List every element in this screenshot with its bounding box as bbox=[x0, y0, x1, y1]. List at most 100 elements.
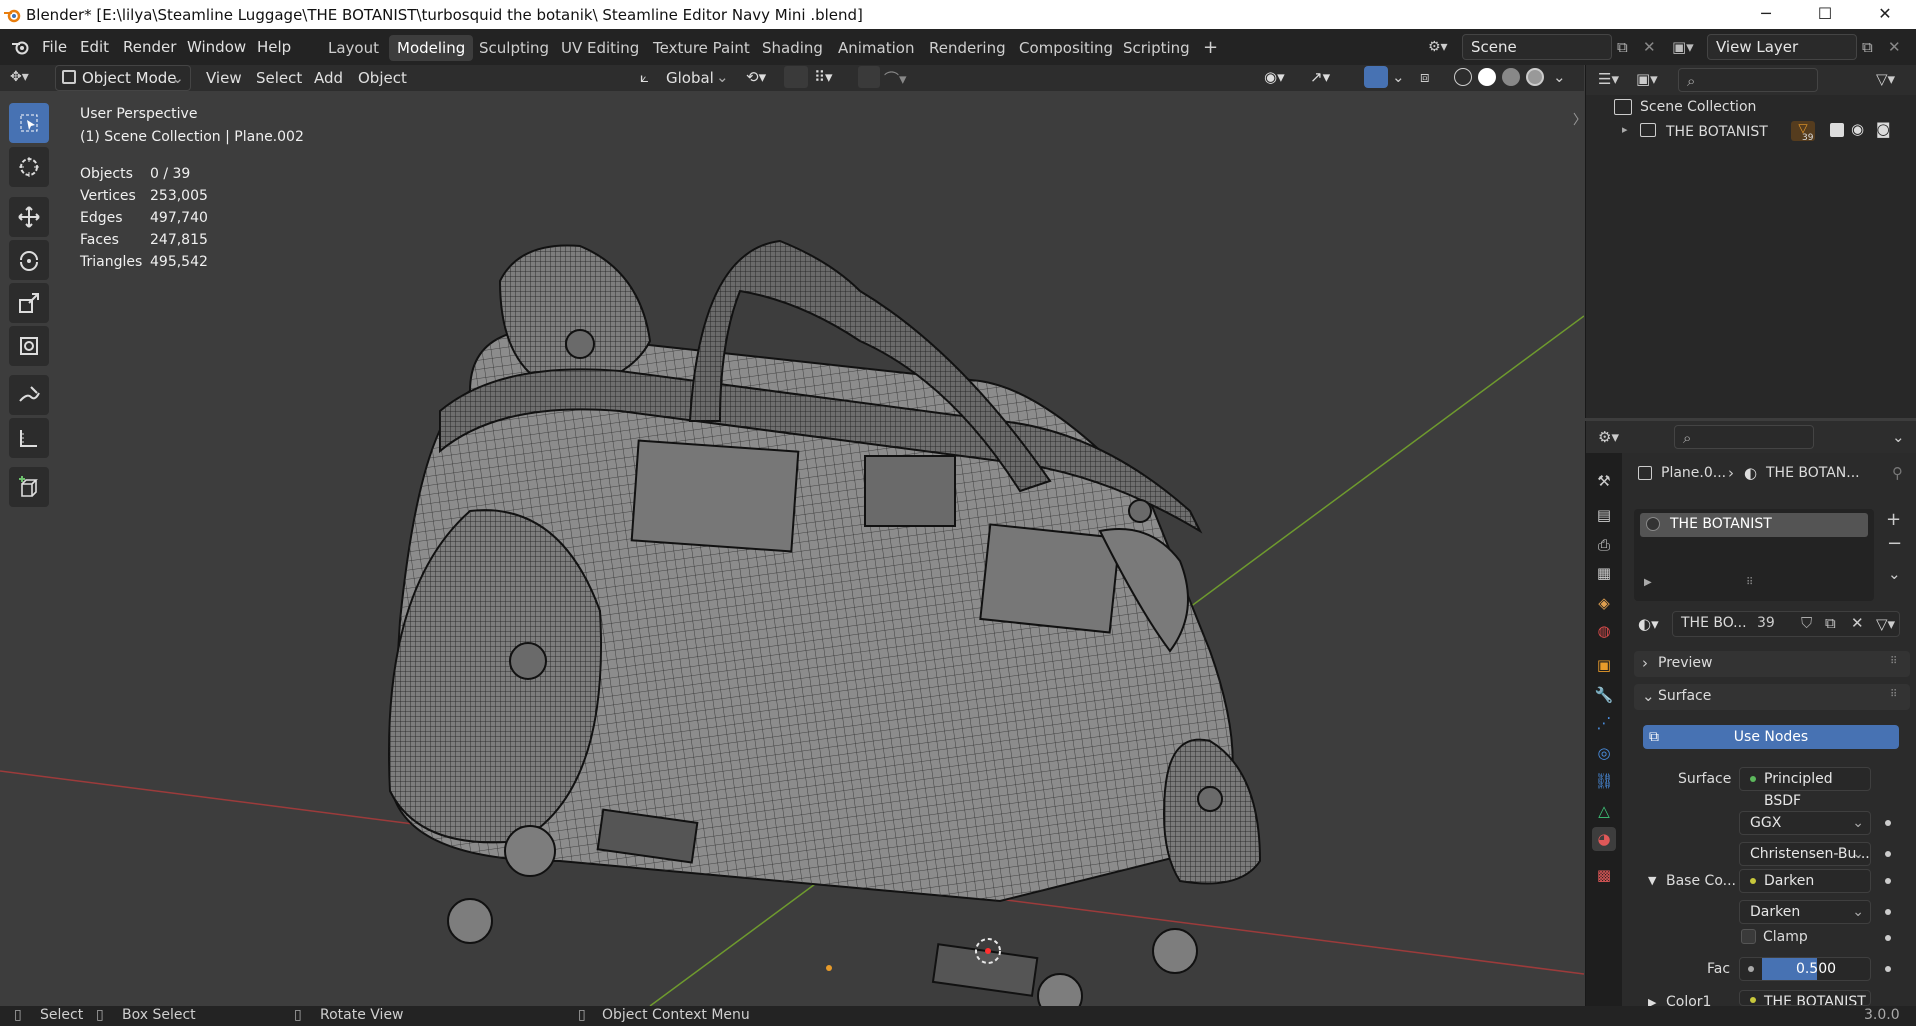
3d-viewport[interactable]: User Perspective (1) Scene Collection | … bbox=[0, 91, 1584, 1006]
use-nodes-button[interactable]: ⧉ Use Nodes bbox=[1643, 725, 1899, 749]
distribution-dropdown[interactable]: GGX ⌄ bbox=[1739, 811, 1871, 835]
tab-sculpting[interactable]: Sculpting bbox=[471, 35, 557, 61]
tool-tab-icon[interactable]: ⚒ bbox=[1592, 469, 1616, 493]
fake-user-icon[interactable]: ⛉ bbox=[1801, 614, 1812, 632]
add-cube-tool[interactable] bbox=[9, 467, 49, 507]
slot-resize-handle[interactable]: ⠿ bbox=[1746, 577, 1753, 588]
add-slot-button[interactable]: + bbox=[1886, 509, 1901, 530]
tab-rendering[interactable]: Rendering bbox=[921, 35, 1014, 61]
orientation-dropdown-icon[interactable]: ⌄ bbox=[716, 68, 729, 86]
minimize-button[interactable]: ─ bbox=[1743, 0, 1789, 29]
hide-eye-icon[interactable]: ◉ bbox=[1851, 120, 1864, 138]
new-view-layer-icon[interactable]: ⧉ bbox=[1862, 38, 1873, 56]
scene-collection-label[interactable]: Scene Collection bbox=[1640, 99, 1756, 115]
render-camera-icon[interactable]: ◙ bbox=[1876, 120, 1891, 138]
rotate-tool[interactable] bbox=[9, 240, 49, 280]
render-tab-icon[interactable]: ▤ bbox=[1592, 503, 1616, 527]
material-name[interactable]: THE BO... bbox=[1681, 615, 1747, 631]
outliner-editor-icon[interactable]: ☰▾ bbox=[1598, 70, 1619, 88]
blend-mode-keyframe-icon[interactable] bbox=[1885, 909, 1891, 915]
material-datablock[interactable]: THE BO... 39 ⛉ ⧉ ✕ bbox=[1672, 611, 1900, 637]
clamp-keyframe-icon[interactable] bbox=[1885, 935, 1891, 941]
menu-help[interactable]: Help bbox=[257, 38, 291, 56]
measure-tool[interactable] bbox=[9, 418, 49, 458]
slot-specials-icon[interactable]: ⌄ bbox=[1888, 565, 1901, 583]
menu-file[interactable]: File bbox=[42, 38, 67, 56]
texture-tab-icon[interactable]: ▩ bbox=[1592, 863, 1616, 887]
menu-render[interactable]: Render bbox=[123, 38, 176, 56]
scene-icon[interactable]: ⚙▾ bbox=[1428, 39, 1448, 55]
tab-texture-paint[interactable]: Texture Paint bbox=[645, 35, 758, 61]
physics-tab-icon[interactable]: ◎ bbox=[1592, 741, 1616, 765]
subsurface-method-dropdown[interactable]: Christensen-Bu... ⌄ bbox=[1739, 842, 1871, 866]
tab-modeling[interactable]: Modeling bbox=[389, 35, 474, 61]
material-tab-icon[interactable]: ◕ bbox=[1592, 827, 1616, 851]
preview-drag-icon[interactable]: ⠿ bbox=[1890, 656, 1897, 667]
pin-icon[interactable]: ⚲ bbox=[1892, 464, 1903, 482]
new-scene-icon[interactable]: ⧉ bbox=[1617, 38, 1628, 56]
cursor-tool[interactable] bbox=[9, 147, 49, 187]
constraints-tab-icon[interactable]: ⛓ bbox=[1592, 769, 1616, 793]
surface-drag-icon[interactable]: ⠿ bbox=[1890, 689, 1897, 700]
menu-add[interactable]: Add bbox=[314, 69, 343, 87]
remove-slot-button[interactable]: − bbox=[1887, 533, 1902, 554]
menu-select[interactable]: Select bbox=[256, 69, 302, 87]
annotate-tool[interactable] bbox=[9, 375, 49, 415]
subsurface-keyframe-icon[interactable] bbox=[1885, 851, 1891, 857]
material-shading-icon[interactable] bbox=[1502, 68, 1520, 86]
collection-label[interactable]: THE BOTANIST bbox=[1666, 124, 1768, 140]
view-layer-selector[interactable]: View Layer bbox=[1707, 34, 1857, 60]
slot-expand-icon[interactable]: ▶ bbox=[1644, 577, 1652, 588]
sidebar-toggle-icon[interactable] bbox=[1573, 112, 1579, 126]
blender-menu-icon[interactable] bbox=[10, 38, 32, 56]
maximize-button[interactable]: ☐ bbox=[1802, 0, 1848, 29]
world-tab-icon[interactable]: ◍ bbox=[1592, 619, 1616, 643]
add-workspace-button[interactable]: + bbox=[1195, 35, 1226, 61]
tab-scripting[interactable]: Scripting bbox=[1115, 35, 1198, 61]
object-tab-icon[interactable]: ▣ bbox=[1592, 653, 1616, 677]
output-tab-icon[interactable]: ⎙ bbox=[1592, 533, 1616, 557]
visibility-icon[interactable]: ◉▾ bbox=[1264, 68, 1285, 86]
view-layer-icon[interactable]: ▣▾ bbox=[1672, 38, 1694, 56]
unlink-material-icon[interactable]: ✕ bbox=[1851, 614, 1864, 632]
base-color-expand-icon[interactable]: ▼ bbox=[1648, 874, 1656, 887]
blend-mode-dropdown[interactable]: Darken ⌄ bbox=[1739, 900, 1871, 924]
mode-selector[interactable]: Object Mode ⌄ bbox=[55, 65, 191, 91]
transform-tool[interactable] bbox=[9, 326, 49, 366]
luggage-mesh[interactable] bbox=[388, 239, 1262, 1006]
base-color-keyframe-icon[interactable] bbox=[1885, 878, 1891, 884]
tab-compositing[interactable]: Compositing bbox=[1011, 35, 1121, 61]
menu-window[interactable]: Window bbox=[187, 38, 246, 56]
filter-icon[interactable]: ▽▾ bbox=[1876, 70, 1895, 88]
menu-object[interactable]: Object bbox=[358, 69, 407, 87]
data-tab-icon[interactable]: △ bbox=[1592, 799, 1616, 823]
scene-selector[interactable]: Scene bbox=[1462, 34, 1612, 60]
clamp-checkbox[interactable] bbox=[1741, 929, 1756, 944]
solid-shading-icon[interactable] bbox=[1478, 68, 1496, 86]
wireframe-shading-icon[interactable] bbox=[1454, 68, 1472, 86]
base-color-field[interactable]: Darken bbox=[1739, 869, 1871, 893]
menu-edit[interactable]: Edit bbox=[80, 38, 109, 56]
proportional-edit-icon[interactable] bbox=[858, 66, 880, 88]
transform-orientation-icon[interactable]: ⟀ bbox=[640, 68, 649, 86]
surface-shader-field[interactable]: Principled BSDF bbox=[1739, 767, 1871, 809]
tab-layout[interactable]: Layout bbox=[320, 35, 387, 61]
tab-shading[interactable]: Shading bbox=[754, 35, 831, 61]
preview-panel-header[interactable]: › Preview ⠿ bbox=[1634, 651, 1910, 677]
color1-field[interactable]: THE BOTANIST bbox=[1739, 990, 1871, 1006]
pivot-point-icon[interactable]: ⟲▾ bbox=[746, 68, 766, 86]
delete-scene-icon[interactable]: ✕ bbox=[1643, 38, 1656, 56]
outliner-search-input[interactable]: ⌕ bbox=[1678, 68, 1818, 92]
modifier-tab-icon[interactable]: 🔧 bbox=[1592, 683, 1616, 707]
particles-tab-icon[interactable]: ⋰ bbox=[1592, 711, 1616, 735]
overlays-dropdown-icon[interactable]: ⌄ bbox=[1392, 68, 1405, 86]
properties-options-icon[interactable]: ⌄ bbox=[1892, 428, 1905, 446]
tab-uv-editing[interactable]: UV Editing bbox=[553, 35, 647, 61]
gizmo-icon[interactable]: ↗▾ bbox=[1310, 68, 1330, 86]
display-mode-icon[interactable]: ▣▾ bbox=[1636, 70, 1658, 88]
menu-view[interactable]: View bbox=[206, 69, 242, 87]
browse-material-icon[interactable]: ◐▾ bbox=[1638, 615, 1659, 633]
fac-slider[interactable]: 0.500 bbox=[1739, 957, 1871, 981]
rendered-shading-icon[interactable] bbox=[1526, 68, 1544, 86]
move-tool[interactable] bbox=[9, 197, 49, 237]
